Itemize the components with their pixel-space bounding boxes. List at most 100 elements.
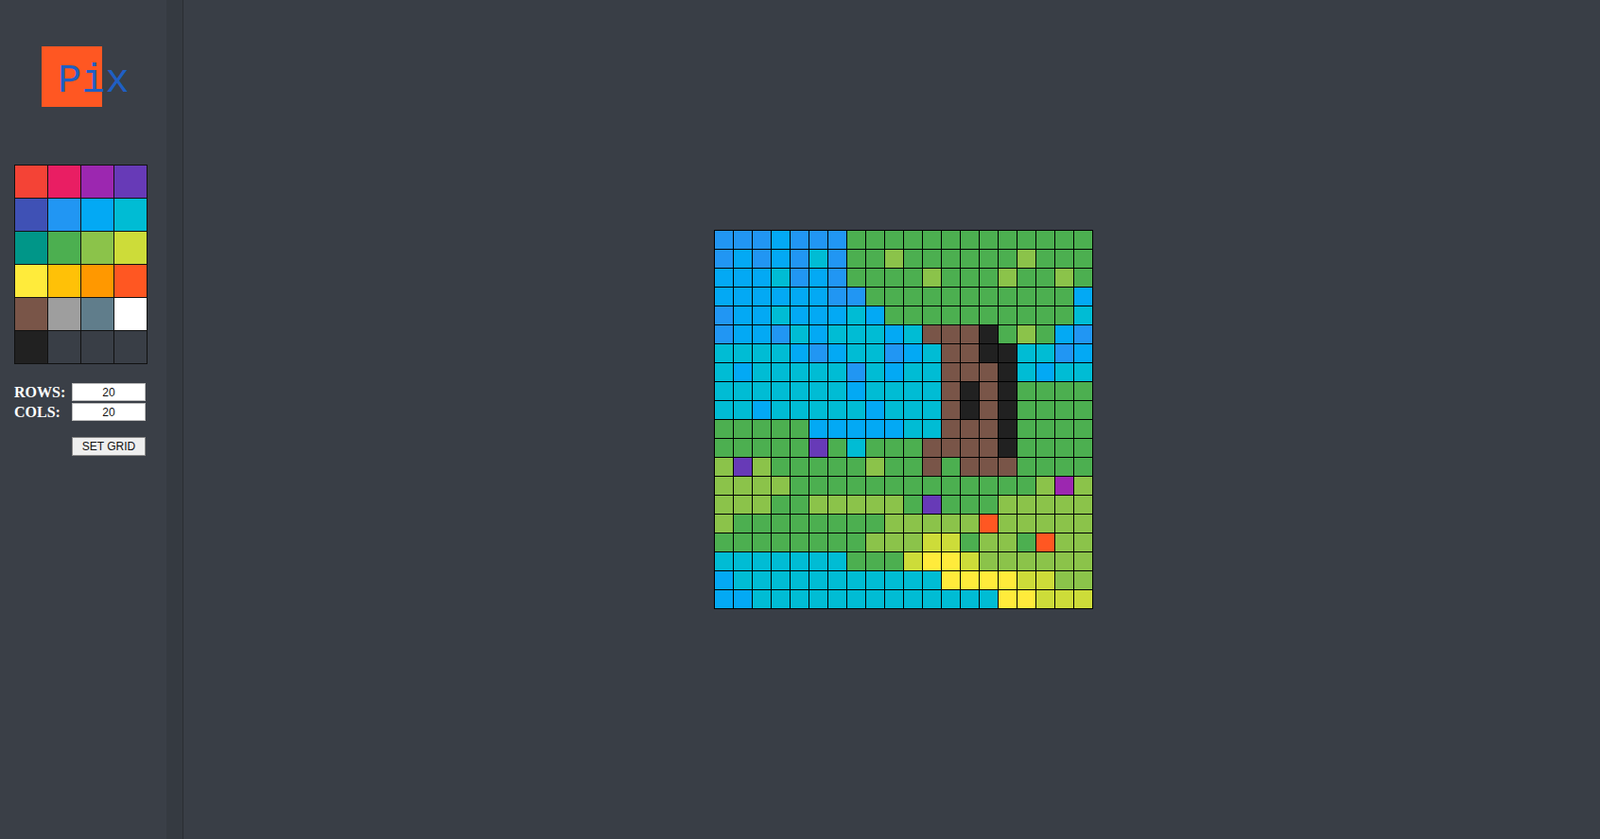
color-swatch[interactable]: [114, 297, 147, 331]
pixel-cell[interactable]: [979, 268, 998, 287]
pixel-cell[interactable]: [904, 457, 922, 476]
pixel-cell[interactable]: [714, 287, 733, 306]
pixel-cell[interactable]: [733, 590, 752, 609]
pixel-cell[interactable]: [752, 571, 771, 590]
pixel-cell[interactable]: [866, 552, 885, 571]
pixel-cell[interactable]: [885, 514, 904, 533]
pixel-cell[interactable]: [998, 571, 1017, 590]
pixel-cell[interactable]: [885, 325, 904, 344]
pixel-cell[interactable]: [847, 514, 866, 533]
pixel-cell[interactable]: [771, 344, 790, 363]
pixel-cell[interactable]: [960, 533, 979, 552]
color-swatch[interactable]: [48, 297, 81, 331]
pixel-cell[interactable]: [1036, 382, 1055, 400]
color-swatch[interactable]: [48, 231, 81, 264]
pixel-cell[interactable]: [714, 325, 733, 344]
pixel-cell[interactable]: [885, 249, 904, 268]
pixel-cell[interactable]: [979, 552, 998, 571]
pixel-cell[interactable]: [1074, 268, 1093, 287]
pixel-cell[interactable]: [733, 382, 752, 400]
pixel-cell[interactable]: [922, 400, 941, 419]
pixel-cell[interactable]: [866, 400, 885, 419]
pixel-cell[interactable]: [922, 533, 941, 552]
pixel-cell[interactable]: [1055, 325, 1074, 344]
pixel-cell[interactable]: [1017, 514, 1036, 533]
pixel-cell[interactable]: [998, 590, 1017, 609]
pixel-cell[interactable]: [790, 325, 809, 344]
pixel-cell[interactable]: [941, 590, 960, 609]
pixel-cell[interactable]: [922, 249, 941, 268]
pixel-cell[interactable]: [960, 325, 979, 344]
pixel-cell[interactable]: [979, 400, 998, 419]
pixel-cell[interactable]: [771, 325, 790, 344]
pixel-cell[interactable]: [1017, 382, 1036, 400]
pixel-cell[interactable]: [1017, 249, 1036, 268]
pixel-cell[interactable]: [714, 419, 733, 438]
pixel-cell[interactable]: [998, 325, 1017, 344]
color-swatch[interactable]: [48, 330, 81, 364]
pixel-cell[interactable]: [1074, 325, 1093, 344]
pixel-cell[interactable]: [828, 457, 847, 476]
pixel-cell[interactable]: [979, 571, 998, 590]
pixel-cell[interactable]: [714, 382, 733, 400]
pixel-cell[interactable]: [904, 400, 922, 419]
pixel-cell[interactable]: [733, 400, 752, 419]
pixel-cell[interactable]: [998, 552, 1017, 571]
pixel-cell[interactable]: [960, 457, 979, 476]
pixel-cell[interactable]: [809, 552, 828, 571]
pixel-cell[interactable]: [771, 590, 790, 609]
pixel-cell[interactable]: [714, 438, 733, 457]
color-swatch[interactable]: [81, 165, 114, 198]
pixel-cell[interactable]: [941, 344, 960, 363]
pixel-cell[interactable]: [1074, 514, 1093, 533]
pixel-cell[interactable]: [1055, 344, 1074, 363]
pixel-cell[interactable]: [828, 438, 847, 457]
pixel-cell[interactable]: [1017, 571, 1036, 590]
pixel-cell[interactable]: [979, 514, 998, 533]
pixel-cell[interactable]: [752, 476, 771, 495]
pixel-cell[interactable]: [790, 268, 809, 287]
pixel-cell[interactable]: [904, 533, 922, 552]
pixel-cell[interactable]: [847, 438, 866, 457]
pixel-cell[interactable]: [904, 590, 922, 609]
color-swatch[interactable]: [114, 165, 147, 198]
pixel-cell[interactable]: [866, 382, 885, 400]
pixel-cell[interactable]: [904, 514, 922, 533]
pixel-cell[interactable]: [885, 400, 904, 419]
pixel-cell[interactable]: [809, 325, 828, 344]
pixel-cell[interactable]: [1074, 476, 1093, 495]
pixel-cell[interactable]: [866, 495, 885, 514]
pixel-cell[interactable]: [1055, 590, 1074, 609]
pixel-cell[interactable]: [752, 495, 771, 514]
pixel-cell[interactable]: [771, 268, 790, 287]
pixel-cell[interactable]: [752, 457, 771, 476]
pixel-cell[interactable]: [790, 476, 809, 495]
pixel-cell[interactable]: [847, 457, 866, 476]
pixel-cell[interactable]: [866, 230, 885, 249]
color-swatch[interactable]: [114, 264, 147, 297]
pixel-cell[interactable]: [1055, 268, 1074, 287]
pixel-cell[interactable]: [771, 476, 790, 495]
pixel-cell[interactable]: [998, 419, 1017, 438]
pixel-cell[interactable]: [771, 230, 790, 249]
pixel-cell[interactable]: [714, 230, 733, 249]
pixel-cell[interactable]: [1017, 344, 1036, 363]
pixel-cell[interactable]: [1017, 306, 1036, 325]
pixel-cell[interactable]: [790, 590, 809, 609]
pixel-cell[interactable]: [733, 306, 752, 325]
color-swatch[interactable]: [81, 198, 114, 231]
pixel-cell[interactable]: [809, 514, 828, 533]
pixel-cell[interactable]: [960, 571, 979, 590]
pixel-cell[interactable]: [885, 230, 904, 249]
pixel-cell[interactable]: [752, 325, 771, 344]
pixel-cell[interactable]: [809, 249, 828, 268]
pixel-cell[interactable]: [998, 268, 1017, 287]
pixel-cell[interactable]: [847, 363, 866, 382]
pixel-cell[interactable]: [904, 382, 922, 400]
pixel-cell[interactable]: [1036, 533, 1055, 552]
pixel-cell[interactable]: [1074, 249, 1093, 268]
pixel-cell[interactable]: [714, 552, 733, 571]
pixel-cell[interactable]: [979, 306, 998, 325]
pixel-cell[interactable]: [979, 590, 998, 609]
pixel-cell[interactable]: [771, 457, 790, 476]
